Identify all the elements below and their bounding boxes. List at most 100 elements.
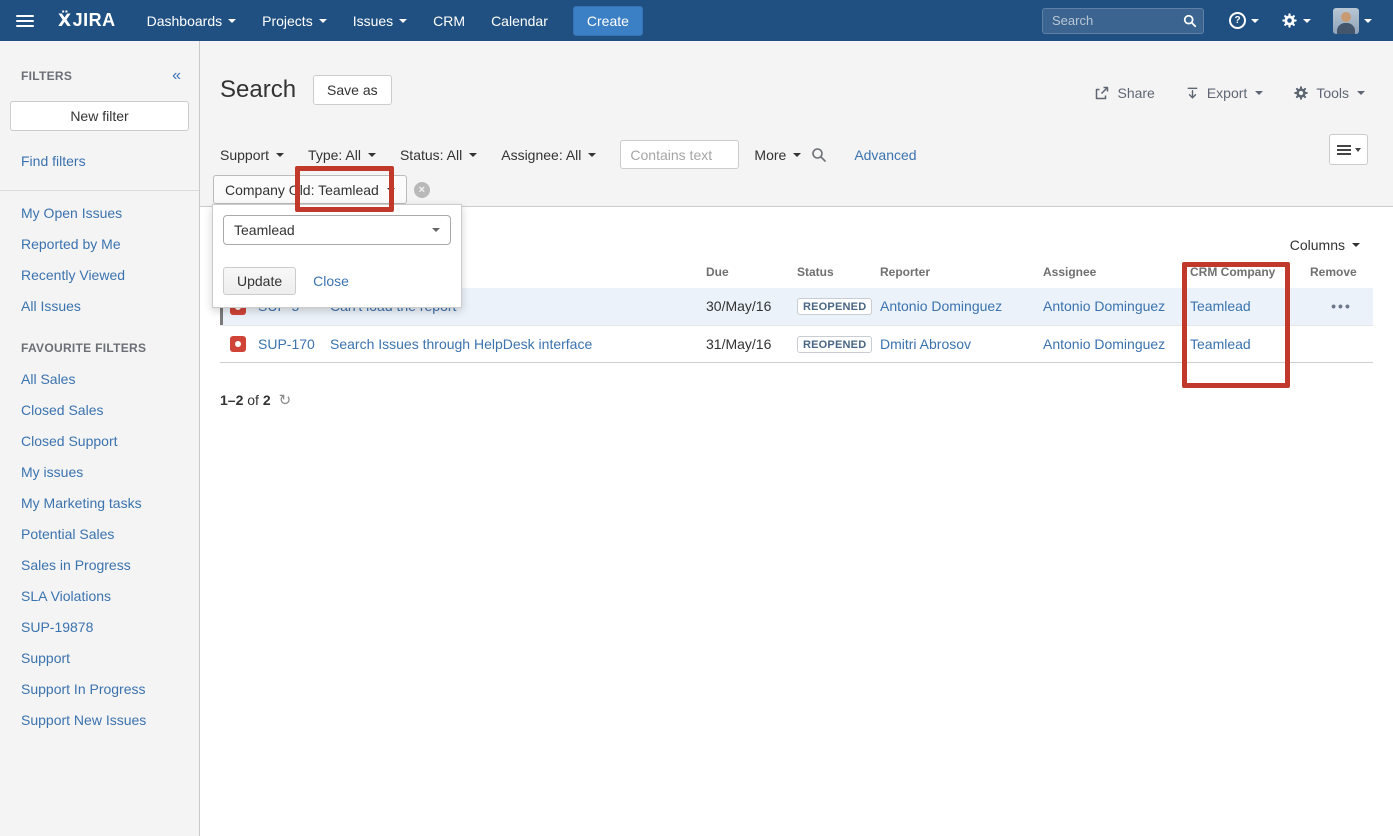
favourite-filter-my-issues[interactable]: My issues — [0, 456, 199, 487]
assignee-filter-dropdown[interactable]: Assignee: All — [501, 147, 596, 163]
favourite-filter-potential-sales[interactable]: Potential Sales — [0, 518, 199, 549]
advanced-search-link[interactable]: Advanced — [854, 147, 916, 163]
help-menu[interactable]: ? — [1218, 0, 1270, 41]
favourite-filter-closed-support[interactable]: Closed Support — [0, 425, 199, 456]
pagination-range: 1–2 — [220, 392, 243, 408]
nav-item-calendar[interactable]: Calendar — [478, 0, 561, 41]
new-filter-button[interactable]: New filter — [10, 101, 189, 131]
jira-logo[interactable]: Ẍ JIRA — [58, 10, 116, 31]
sidebar-item-reported-by-me[interactable]: Reported by Me — [0, 228, 199, 259]
share-button[interactable]: Share — [1094, 85, 1154, 101]
gear-icon — [1293, 85, 1309, 101]
page-title: Search — [220, 76, 296, 104]
reporter-link[interactable]: Antonio Dominguez — [880, 298, 1002, 314]
chevron-down-icon — [368, 153, 376, 157]
chevron-down-icon — [1352, 243, 1360, 247]
close-link[interactable]: Close — [313, 273, 349, 289]
run-search-button[interactable] — [811, 147, 827, 163]
view-switcher-button[interactable] — [1329, 134, 1368, 165]
crm-company-link[interactable]: Teamlead — [1190, 298, 1251, 314]
nav-item-issues[interactable]: Issues — [340, 0, 420, 41]
due-date: 30/May/16 — [706, 288, 797, 325]
remove-filter-icon[interactable]: × — [414, 182, 430, 198]
nav-item-dashboards[interactable]: Dashboards — [134, 0, 250, 41]
update-button[interactable]: Update — [223, 267, 296, 295]
save-as-button[interactable]: Save as — [313, 75, 392, 105]
status-filter-dropdown[interactable]: Status: All — [400, 147, 477, 163]
favourite-filter-sla-violations[interactable]: SLA Violations — [0, 580, 199, 611]
nav-item-projects[interactable]: Projects — [249, 0, 340, 41]
nav-item-crm[interactable]: CRM — [420, 0, 478, 41]
favourite-filter-support-new-issues[interactable]: Support New Issues — [0, 704, 199, 735]
chevron-down-icon — [387, 188, 395, 192]
favourite-filter-all-sales[interactable]: All Sales — [0, 363, 199, 394]
chevron-down-icon — [1303, 19, 1311, 23]
sidebar-item-recently-viewed[interactable]: Recently Viewed — [0, 259, 199, 290]
favourite-filter-sales-in-progress[interactable]: Sales in Progress — [0, 549, 199, 580]
list-view-icon — [1337, 149, 1351, 151]
chevron-down-icon — [1255, 91, 1263, 95]
chevron-down-icon — [399, 19, 407, 23]
favourite-filter-support[interactable]: Support — [0, 642, 199, 673]
more-filters-dropdown[interactable]: More — [754, 147, 801, 163]
assignee-link[interactable]: Antonio Dominguez — [1043, 336, 1165, 352]
favourite-filter-support-in-progress[interactable]: Support In Progress — [0, 673, 199, 704]
chevron-down-icon — [276, 153, 284, 157]
columns-dropdown[interactable]: Columns — [1290, 237, 1360, 253]
share-icon — [1094, 85, 1110, 101]
chevron-down-icon — [588, 153, 596, 157]
issue-key-link[interactable]: SUP-170 — [258, 336, 315, 352]
panel-buttons: Update Close — [223, 267, 451, 295]
user-profile-menu[interactable] — [1322, 0, 1383, 41]
chevron-down-icon — [228, 19, 236, 23]
company-filter-panel: Teamlead Update Close — [212, 204, 462, 308]
assignee-link[interactable]: Antonio Dominguez — [1043, 298, 1165, 314]
reporter-link[interactable]: Dmitri Abrosov — [880, 336, 971, 352]
jira-logo-text: JIRA — [73, 10, 116, 31]
contains-text-input[interactable] — [620, 140, 739, 169]
column-header-reporter[interactable]: Reporter — [880, 265, 1043, 288]
hamburger-menu-icon[interactable] — [16, 15, 34, 17]
chevron-down-icon — [1364, 19, 1372, 23]
favourite-filter-my-marketing-tasks[interactable]: My Marketing tasks — [0, 487, 199, 518]
quick-search-input[interactable] — [1042, 8, 1204, 34]
collapse-sidebar-icon[interactable]: « — [172, 71, 181, 81]
top-navigation-bar: Ẍ JIRA Dashboards Projects Issues CRM Ca… — [0, 0, 1393, 41]
refresh-icon[interactable]: ↻ — [279, 391, 292, 409]
company-filter-chip[interactable]: Company Old: Teamlead — [213, 175, 407, 204]
company-select-value: Teamlead — [234, 222, 295, 238]
company-select[interactable]: Teamlead — [223, 215, 451, 245]
column-header-status[interactable]: Status — [797, 265, 880, 288]
chevron-down-icon — [1355, 148, 1361, 152]
crm-company-link[interactable]: Teamlead — [1190, 336, 1251, 352]
row-actions-button[interactable]: ••• — [1310, 288, 1373, 325]
help-icon: ? — [1229, 12, 1246, 29]
table-row[interactable]: SUP-170 Search Issues through HelpDesk i… — [220, 325, 1373, 362]
pagination-total: 2 — [263, 392, 271, 408]
gear-icon — [1281, 12, 1298, 29]
create-button[interactable]: Create — [573, 6, 643, 36]
user-avatar — [1333, 8, 1359, 34]
export-button[interactable]: Export — [1185, 85, 1263, 101]
chevron-down-icon — [319, 19, 327, 23]
column-header-due[interactable]: Due — [706, 265, 797, 288]
status-badge: REOPENED — [797, 298, 872, 315]
find-filters-link[interactable]: Find filters — [0, 145, 199, 176]
project-filter-dropdown[interactable]: Support — [220, 147, 284, 163]
column-header-crm-company[interactable]: CRM Company — [1190, 265, 1310, 288]
column-header-remove[interactable]: Remove — [1310, 265, 1373, 288]
favourite-filter-closed-sales[interactable]: Closed Sales — [0, 394, 199, 425]
search-icon[interactable] — [1183, 14, 1197, 28]
admin-settings-menu[interactable] — [1270, 0, 1322, 41]
chevron-down-icon — [432, 228, 440, 232]
sidebar-item-my-open-issues[interactable]: My Open Issues — [0, 197, 199, 228]
sidebar-header: FILTERS « — [0, 41, 199, 99]
filters-section-title: FILTERS — [21, 69, 72, 83]
tools-button[interactable]: Tools — [1293, 85, 1365, 101]
sidebar-item-all-issues[interactable]: All Issues — [0, 290, 199, 321]
type-filter-dropdown[interactable]: Type: All — [308, 147, 376, 163]
favourite-filter-sup-19878[interactable]: SUP-19878 — [0, 611, 199, 642]
pagination: 1–2 of 2 ↻ — [220, 391, 291, 409]
issue-summary-link[interactable]: Search Issues through HelpDesk interface — [330, 336, 592, 352]
column-header-assignee[interactable]: Assignee — [1043, 265, 1190, 288]
